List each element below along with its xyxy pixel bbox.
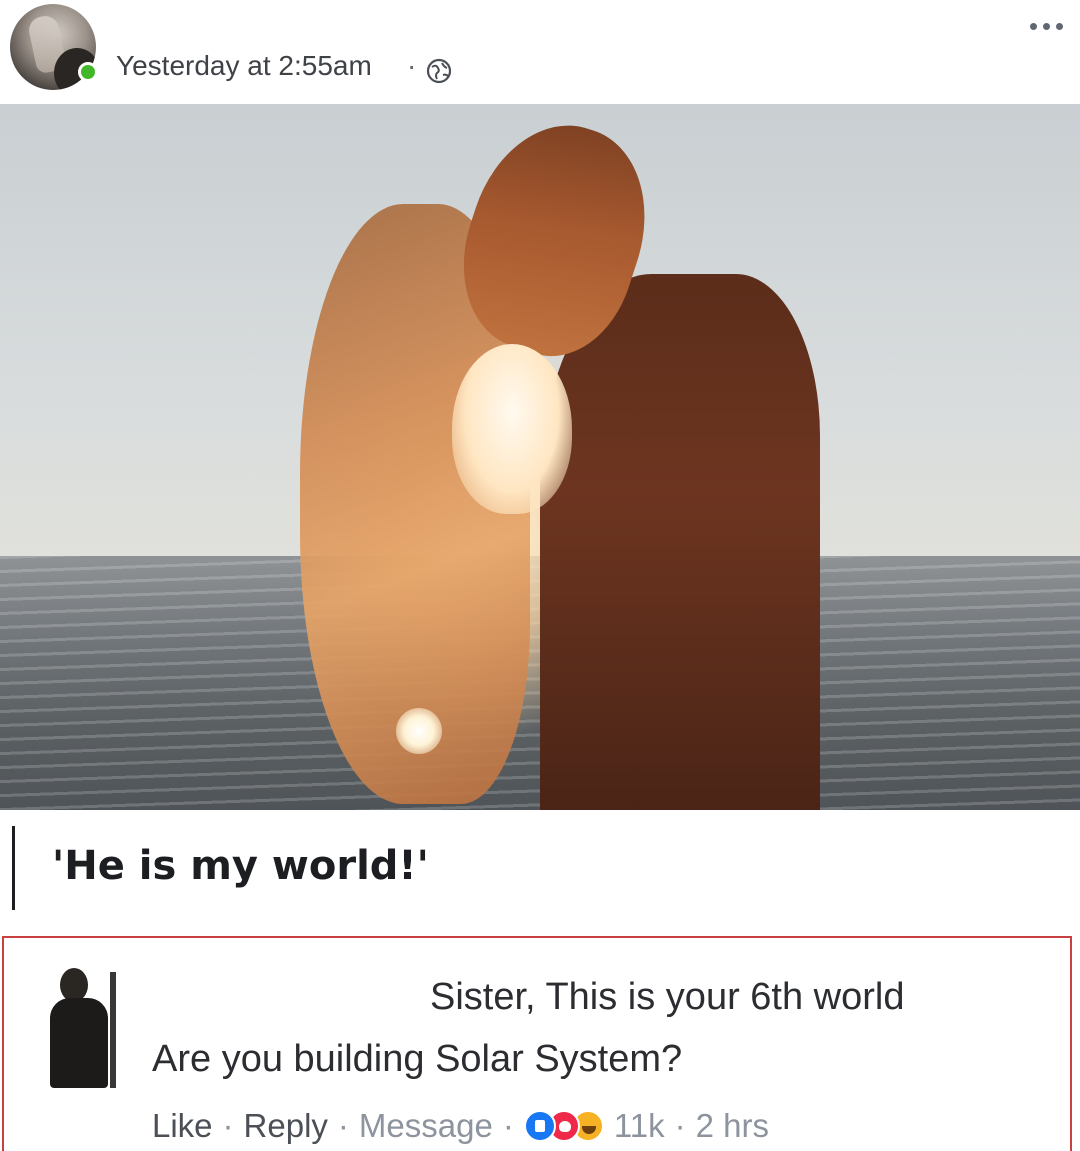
timestamp-separator: · bbox=[407, 50, 417, 81]
comment-message-link[interactable]: Message bbox=[359, 1104, 493, 1148]
photo-sun bbox=[396, 708, 442, 754]
comment-reply-link[interactable]: Reply bbox=[244, 1104, 328, 1148]
more-dot bbox=[1030, 22, 1037, 30]
more-dot bbox=[1043, 22, 1050, 30]
comment-text-line-1: Sister, This is your 6th world bbox=[430, 976, 905, 1018]
more-options-icon[interactable] bbox=[1030, 18, 1070, 34]
action-separator: · bbox=[502, 1107, 514, 1144]
comment-time[interactable]: 2 hrs bbox=[696, 1104, 769, 1148]
photo-man-body-silhouette bbox=[540, 274, 820, 810]
reactions-summary[interactable] bbox=[523, 1110, 604, 1142]
online-status-icon bbox=[78, 62, 98, 82]
comment-text-line-2: Are you building Solar System? bbox=[152, 1038, 683, 1080]
commenter-head-shape bbox=[60, 968, 88, 1002]
commenter-avatar[interactable] bbox=[46, 962, 122, 1088]
action-separator: · bbox=[222, 1107, 234, 1144]
post-timestamp[interactable]: Yesterday at 2:55am bbox=[116, 48, 372, 84]
more-dot bbox=[1056, 22, 1063, 30]
like-reaction-icon bbox=[523, 1110, 556, 1142]
post-caption: 'He is my world!' bbox=[52, 843, 429, 889]
comment-like-link[interactable]: Like bbox=[152, 1104, 213, 1148]
globe-icon bbox=[426, 58, 452, 84]
commenter-torso-shape bbox=[50, 998, 108, 1088]
comment-actions: Like · Reply · Message · 11k · 2 hrs bbox=[152, 1104, 769, 1148]
reaction-count[interactable]: 11k bbox=[614, 1104, 665, 1148]
caption-quote-bar bbox=[12, 826, 15, 910]
action-separator: · bbox=[337, 1107, 349, 1144]
post-header: Yesterday at 2:55am · bbox=[0, 0, 1080, 104]
photo-heart-light bbox=[452, 344, 572, 514]
post-photo[interactable] bbox=[0, 104, 1080, 810]
action-separator: · bbox=[674, 1107, 686, 1144]
commenter-pillar-shape bbox=[110, 972, 116, 1088]
